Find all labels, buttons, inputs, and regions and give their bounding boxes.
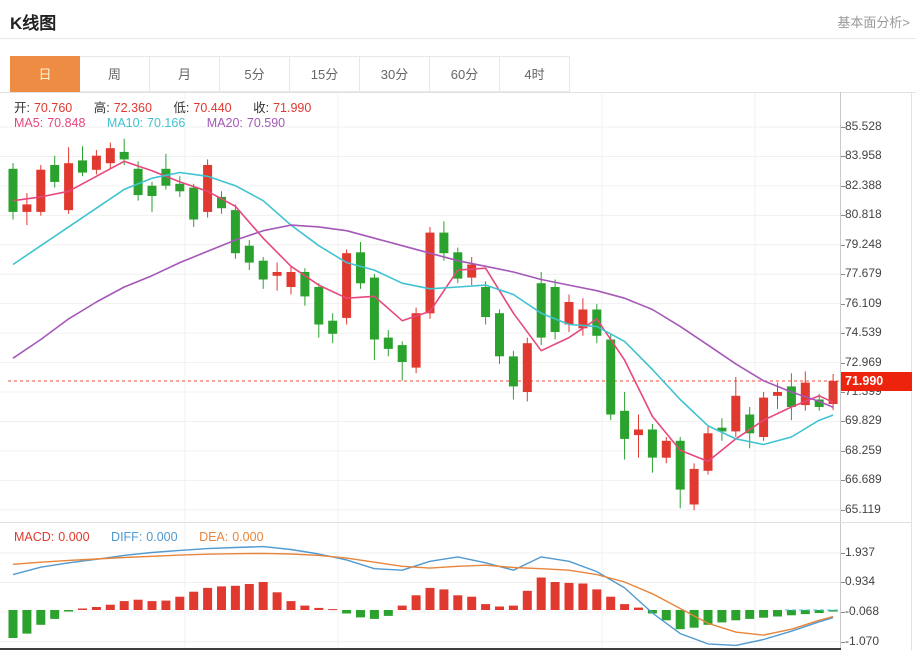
axis-tick-label: 69.829 xyxy=(845,413,882,427)
low-label: 低: xyxy=(173,101,189,115)
tab-60分[interactable]: 60分 xyxy=(430,56,500,92)
axis-tick-label: 76.109 xyxy=(845,296,882,310)
tab-4时[interactable]: 4时 xyxy=(500,56,570,92)
axis-tick-label: 83.958 xyxy=(845,148,882,162)
axis-tick-label: -1.070 xyxy=(845,634,879,648)
macd-value: 0.000 xyxy=(58,530,89,544)
axis-tick-label: 0.934 xyxy=(845,574,875,588)
axis-tick-label: 79.248 xyxy=(845,237,882,251)
tab-周[interactable]: 周 xyxy=(80,56,150,92)
low-value: 70.440 xyxy=(193,101,231,115)
pane-divider xyxy=(0,522,911,523)
axis-tick-label: 77.679 xyxy=(845,266,882,280)
axis-tick-label: -0.068 xyxy=(845,604,879,618)
axis-tick-label: 85.528 xyxy=(845,119,882,133)
ma20-value: 70.590 xyxy=(247,116,285,130)
ohlc-legend: 开: 70.760 高: 72.360 低: 70.440 收: 71.990 xyxy=(14,97,315,116)
dea-label: DEA: xyxy=(199,530,228,544)
ma5-value: 70.848 xyxy=(47,116,85,130)
tab-月[interactable]: 月 xyxy=(150,56,220,92)
ma20-label: MA20: xyxy=(207,116,243,130)
high-value: 72.360 xyxy=(114,101,152,115)
axis-tick-label: 68.259 xyxy=(845,443,882,457)
axis-tick-label: 1.937 xyxy=(845,545,875,559)
close-label: 收: xyxy=(253,101,269,115)
axis-tick-label: 82.388 xyxy=(845,178,882,192)
axis-tick-label: 72.969 xyxy=(845,355,882,369)
ma10-value: 70.166 xyxy=(147,116,185,130)
macd-legend: MACD: 0.000 DIFF: 0.000 DEA: 0.000 xyxy=(14,530,268,544)
title-divider xyxy=(0,38,916,39)
tab-日[interactable]: 日 xyxy=(10,56,80,92)
open-label: 开: xyxy=(14,101,30,115)
tab-5分[interactable]: 5分 xyxy=(220,56,290,92)
macd-label: MACD: xyxy=(14,530,54,544)
page-title: K线图 xyxy=(10,9,56,34)
axis-tick-label: 65.119 xyxy=(845,502,881,516)
axis-tick-label: 74.539 xyxy=(845,325,882,339)
diff-label: DIFF: xyxy=(111,530,142,544)
axis-tick-label: 80.818 xyxy=(845,207,882,221)
close-value: 71.990 xyxy=(273,101,311,115)
tab-15分[interactable]: 15分 xyxy=(290,56,360,92)
open-value: 70.760 xyxy=(34,101,72,115)
axis-tick-label: 66.689 xyxy=(845,472,882,486)
ma-legend: MA5: 70.848 MA10: 70.166 MA20: 70.590 xyxy=(14,116,289,130)
ma10-label: MA10: xyxy=(107,116,143,130)
ma5-label: MA5: xyxy=(14,116,43,130)
diff-value: 0.000 xyxy=(146,530,177,544)
last-price-badge: 71.990 xyxy=(841,372,912,391)
dea-value: 0.000 xyxy=(232,530,263,544)
kline-page: K线图 基本面分析> 日周月5分15分30分60分4时 开: 70.760 高: 7… xyxy=(0,0,916,657)
timeframe-tabbar: 日周月5分15分30分60分4时 xyxy=(10,56,570,92)
fundamental-analysis-link[interactable]: 基本面分析> xyxy=(837,12,910,31)
tab-30分[interactable]: 30分 xyxy=(360,56,430,92)
high-label: 高: xyxy=(94,101,110,115)
main-candle-chart[interactable] xyxy=(0,93,841,522)
bottom-border xyxy=(0,648,841,650)
